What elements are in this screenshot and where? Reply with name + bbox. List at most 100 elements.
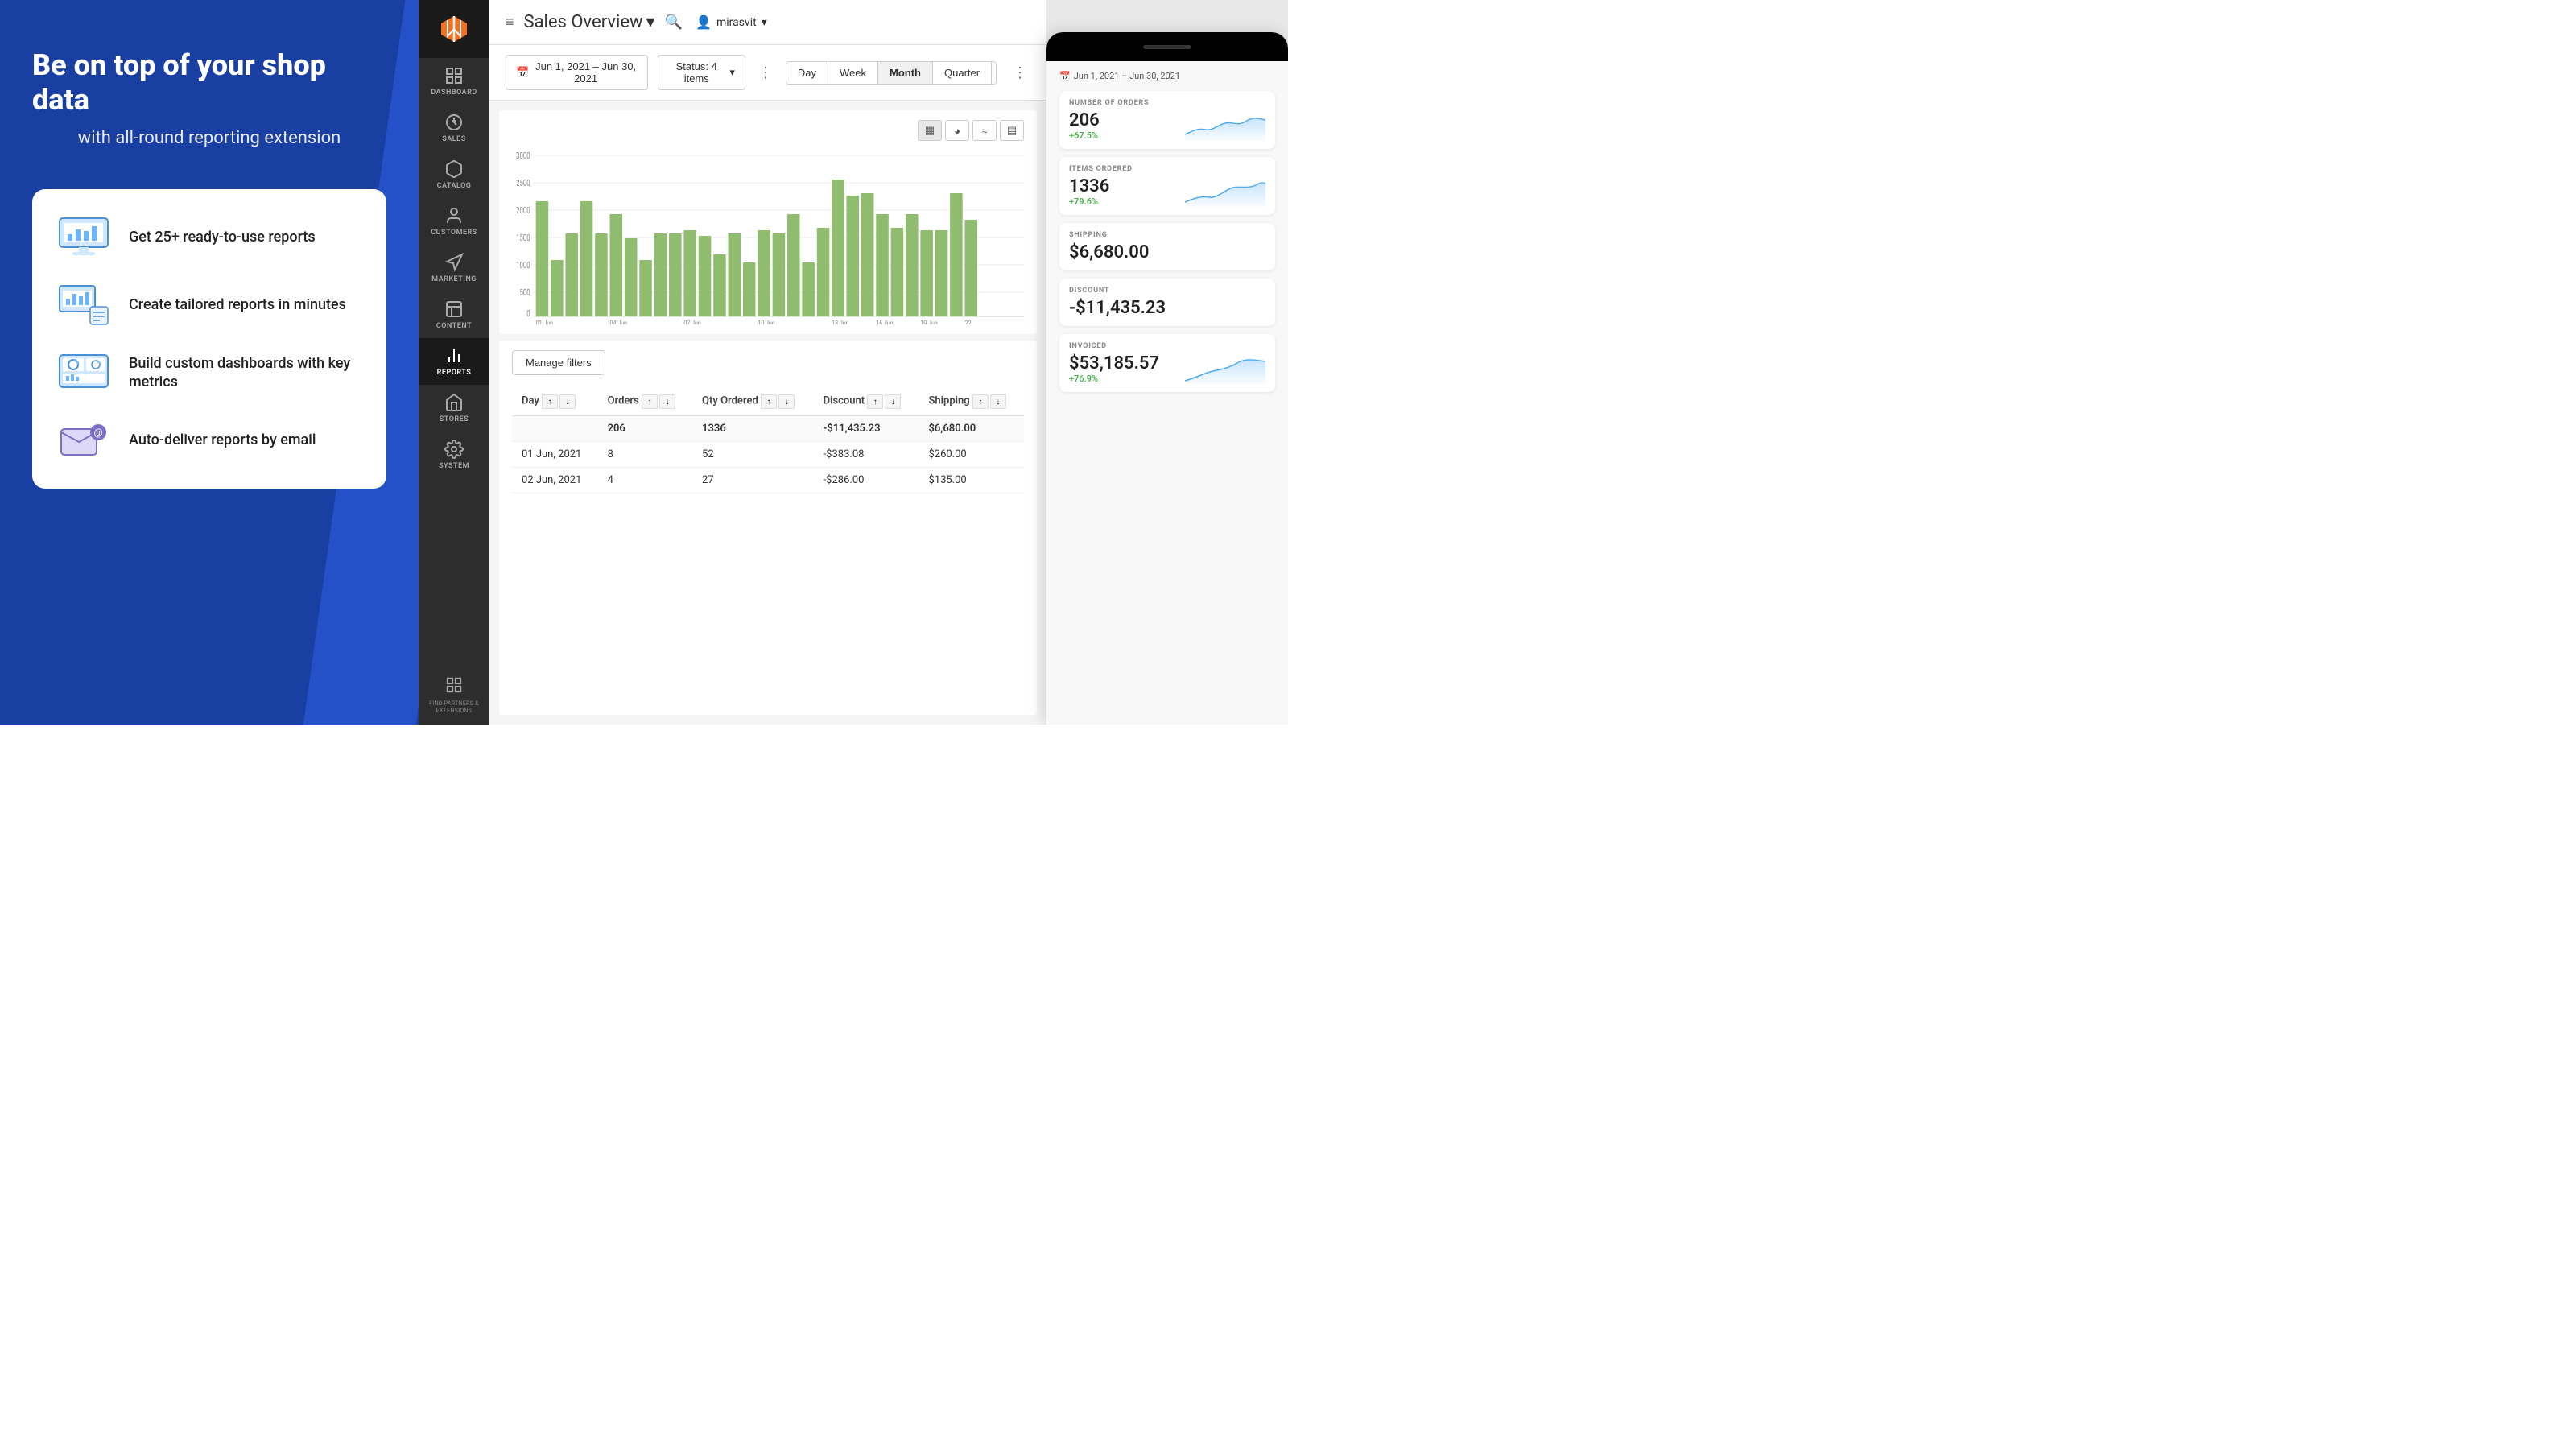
period-quarter-button[interactable]: Quarter bbox=[933, 62, 992, 84]
sidebar-label-content: CONTENT bbox=[436, 322, 472, 330]
feature-label-auto-deliver: Auto-deliver reports by email bbox=[129, 431, 316, 449]
sidebar-label-sales: SALES bbox=[442, 135, 465, 143]
chart-bar-button[interactable]: ▦ bbox=[918, 120, 942, 141]
mobile-metric-label-discount: DISCOUNT bbox=[1069, 287, 1265, 295]
svg-text:13 Jun: 13 Jun bbox=[832, 320, 849, 324]
totals-row: 206 1336 -$11,435.23 $6,680.00 bbox=[512, 416, 1024, 442]
cell-day-2: 02 Jun, 2021 bbox=[512, 468, 598, 493]
table-row: 02 Jun, 2021 4 27 -$286.00 $135.00 bbox=[512, 468, 1024, 493]
user-area[interactable]: 👤 mirasvit ▾ bbox=[696, 14, 767, 30]
feature-item-ready-reports: Get 25+ ready-to-use reports bbox=[55, 215, 364, 260]
date-range-button[interactable]: 📅 Jun 1, 2021 – Jun 30, 2021 bbox=[506, 55, 648, 90]
cell-orders-2: 4 bbox=[598, 468, 692, 493]
right-section: DASHBOARD SALES CATALOG CUSTOMERS bbox=[419, 0, 1288, 724]
mobile-panel: 📅 Jun 1, 2021 – Jun 30, 2021 NUMBER OF O… bbox=[1046, 32, 1288, 724]
svg-text:22: 22 bbox=[965, 320, 972, 324]
sidebar-item-content[interactable]: CONTENT bbox=[419, 291, 489, 338]
magento-logo bbox=[419, 0, 489, 58]
col-header-day: Day ↑↓ bbox=[512, 385, 598, 416]
sidebar-partners[interactable]: FIND PARTNERS & EXTENSIONS bbox=[419, 670, 489, 724]
sidebar-label-dashboard: DASHBOARD bbox=[431, 89, 477, 97]
total-discount: -$11,435.23 bbox=[814, 416, 919, 442]
cell-discount-2: -$286.00 bbox=[814, 468, 919, 493]
sidebar-item-catalog[interactable]: CATALOG bbox=[419, 151, 489, 198]
monitor-chart-icon bbox=[55, 215, 113, 260]
cell-day-1: 01 Jun, 2021 bbox=[512, 442, 598, 468]
sales-table: Day ↑↓ Orders ↑↓ Qty Ordered ↑↓ Discou bbox=[512, 385, 1024, 493]
svg-text:2500: 2500 bbox=[516, 179, 530, 189]
chart-options-button[interactable]: ⋮ bbox=[1009, 61, 1030, 85]
mobile-metric-value-orders: 206 bbox=[1069, 110, 1100, 130]
sort-desc-discount[interactable]: ↓ bbox=[885, 394, 901, 409]
chart-line-button[interactable]: ≈ bbox=[972, 120, 997, 141]
partners-label: FIND PARTNERS & EXTENSIONS bbox=[422, 700, 486, 715]
custom-chart-icon bbox=[55, 283, 113, 328]
mobile-notch bbox=[1046, 32, 1288, 61]
sidebar-label-marketing: MARKETING bbox=[431, 275, 477, 283]
menu-icon[interactable]: ≡ bbox=[506, 14, 514, 31]
status-text: Status: 4 items bbox=[668, 60, 724, 85]
left-promo-section: Be on top of your shop data with all-rou… bbox=[0, 0, 419, 724]
feature-item-custom-dashboards: Build custom dashboards with key metrics bbox=[55, 350, 364, 395]
more-options-button[interactable]: ⋮ bbox=[755, 61, 776, 85]
search-icon[interactable]: 🔍 bbox=[665, 14, 683, 31]
col-header-shipping: Shipping ↑↓ bbox=[919, 385, 1024, 416]
mobile-metric-change-items: +79.6% bbox=[1069, 196, 1109, 207]
sidebar-label-system: SYSTEM bbox=[439, 462, 469, 470]
sort-desc-qty[interactable]: ↓ bbox=[778, 394, 795, 409]
sidebar-item-sales[interactable]: SALES bbox=[419, 105, 489, 151]
cell-shipping-2: $135.00 bbox=[919, 468, 1024, 493]
mobile-metric-change-invoiced: +76.9% bbox=[1069, 374, 1159, 384]
sort-asc-qty[interactable]: ↑ bbox=[761, 394, 777, 409]
page-title-text: Sales Overview bbox=[524, 12, 643, 32]
sidebar-item-customers[interactable]: CUSTOMERS bbox=[419, 198, 489, 245]
mobile-metric-value-invoiced: $53,185.57 bbox=[1069, 353, 1159, 374]
cell-shipping-1: $260.00 bbox=[919, 442, 1024, 468]
svg-text:04 Jun: 04 Jun bbox=[610, 320, 628, 324]
sidebar-item-system[interactable]: SYSTEM bbox=[419, 431, 489, 478]
cell-orders-1: 8 bbox=[598, 442, 692, 468]
hero-sub-text: with all-round reporting extension bbox=[32, 127, 386, 151]
sort-desc-shipping[interactable]: ↓ bbox=[990, 394, 1006, 409]
sidebar-item-marketing[interactable]: MARKETING bbox=[419, 245, 489, 291]
chart-pie-button[interactable]: ◕ bbox=[945, 120, 969, 141]
sidebar-item-stores[interactable]: STORES bbox=[419, 385, 489, 431]
period-year-button[interactable]: Year bbox=[992, 62, 997, 84]
sort-asc-day[interactable]: ↑ bbox=[542, 394, 558, 409]
topbar-right: 🔍 👤 mirasvit ▾ bbox=[665, 14, 767, 31]
svg-text:@: @ bbox=[94, 427, 103, 438]
sidebar-label-catalog: CATALOG bbox=[437, 182, 472, 190]
feature-label-custom-dashboards: Build custom dashboards with key metrics bbox=[129, 354, 364, 392]
svg-text:10 Jun: 10 Jun bbox=[758, 320, 775, 324]
manage-filters-button[interactable]: Manage filters bbox=[512, 350, 605, 375]
page-title[interactable]: Sales Overview ▾ bbox=[524, 12, 655, 32]
title-dropdown-arrow: ▾ bbox=[646, 12, 655, 32]
sort-desc-day[interactable]: ↓ bbox=[559, 394, 576, 409]
user-person-icon: 👤 bbox=[696, 14, 712, 30]
sort-asc-shipping[interactable]: ↑ bbox=[972, 394, 989, 409]
cell-qty-1: 52 bbox=[692, 442, 814, 468]
total-shipping: $6,680.00 bbox=[919, 416, 1024, 442]
sort-asc-discount[interactable]: ↑ bbox=[867, 394, 883, 409]
svg-text:01 Jun: 01 Jun bbox=[536, 320, 554, 324]
username-text: mirasvit bbox=[716, 16, 757, 29]
sort-desc-orders[interactable]: ↓ bbox=[659, 394, 675, 409]
sidebar: DASHBOARD SALES CATALOG CUSTOMERS bbox=[419, 0, 489, 724]
status-filter-button[interactable]: Status: 4 items ▾ bbox=[658, 55, 745, 90]
period-week-button[interactable]: Week bbox=[828, 62, 878, 84]
sidebar-item-dashboard[interactable]: DASHBOARD bbox=[419, 58, 489, 105]
total-orders: 206 bbox=[598, 416, 692, 442]
mobile-metric-value-discount: -$11,435.23 bbox=[1069, 298, 1265, 318]
sidebar-label-customers: CUSTOMERS bbox=[431, 229, 477, 237]
mobile-content: 📅 Jun 1, 2021 – Jun 30, 2021 NUMBER OF O… bbox=[1046, 61, 1288, 724]
mobile-metric-value-items: 1336 bbox=[1069, 176, 1109, 196]
sparkline-orders bbox=[1185, 112, 1265, 141]
feature-label-ready-reports: Get 25+ ready-to-use reports bbox=[129, 228, 316, 246]
period-day-button[interactable]: Day bbox=[786, 62, 828, 84]
period-month-button[interactable]: Month bbox=[878, 62, 933, 84]
sidebar-item-reports[interactable]: REPORTS bbox=[419, 338, 489, 385]
svg-text:1000: 1000 bbox=[516, 261, 530, 271]
chart-table-button[interactable]: ▤ bbox=[1000, 120, 1024, 141]
hero-bold-text: Be on top of your shop data bbox=[32, 48, 386, 118]
sort-asc-orders[interactable]: ↑ bbox=[642, 394, 658, 409]
